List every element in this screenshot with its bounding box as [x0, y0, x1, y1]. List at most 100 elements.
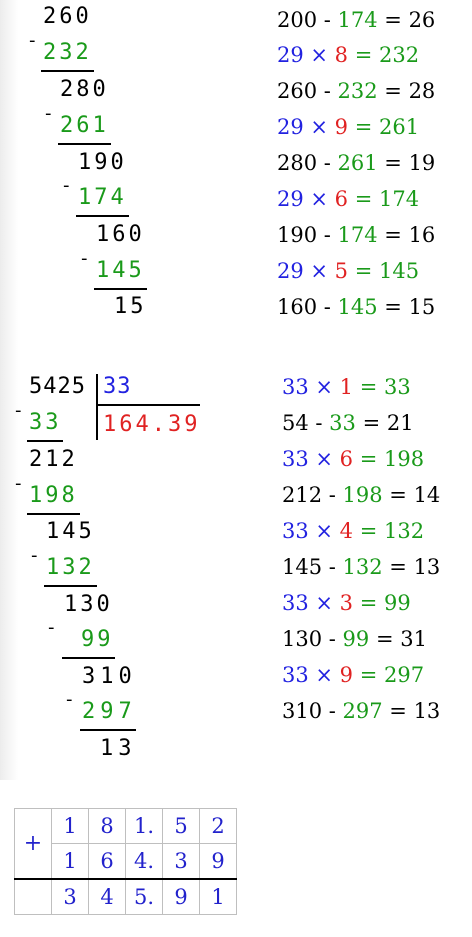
div1-subtrahend: 174: [78, 185, 127, 210]
div1-dividend: 260: [43, 4, 92, 29]
digit-cell: 3: [162, 843, 200, 880]
equation-line: 33 × 3 = 99: [282, 593, 411, 614]
equation-part: = 33: [353, 375, 411, 399]
equation-part: 145 -: [282, 555, 343, 579]
div2-quotient: 164.39: [103, 412, 201, 437]
equation-part: 29 ×: [277, 43, 335, 67]
equation-part: 9: [339, 663, 354, 687]
div1-subtrahend: 232: [43, 40, 92, 65]
equation-part: 8: [334, 43, 349, 67]
division-bar: [96, 374, 98, 440]
equation-part: 160 -: [277, 295, 338, 319]
equation-part: = 261: [348, 115, 420, 139]
equation-part: = 28: [377, 79, 436, 103]
digit-cell: 9: [162, 878, 200, 915]
equation-part: = 19: [377, 151, 436, 175]
equation-part: 99: [342, 627, 370, 651]
equation-part: = 174: [348, 187, 420, 211]
div1-difference: 160: [96, 222, 145, 247]
equation-line: 33 × 1 = 33: [282, 377, 411, 398]
equation-part: 130 -: [282, 627, 343, 651]
equation-line: 310 - 297 = 13: [282, 701, 440, 722]
minus-sign: -: [66, 689, 73, 710]
quotient-line: [96, 404, 200, 406]
page-shade: [0, 0, 18, 780]
equation-part: 145: [337, 295, 378, 319]
equation-line: 54 - 33 = 21: [282, 413, 414, 434]
equation-part: = 31: [369, 627, 427, 651]
div2-difference: 130: [64, 592, 113, 617]
equation-part: 5: [334, 259, 349, 283]
digit-cell: 5.: [125, 878, 163, 915]
equation-part: 260 -: [277, 79, 338, 103]
equation-part: 174: [337, 223, 378, 247]
subtraction-line: [27, 440, 63, 442]
plus-sign: +: [14, 808, 52, 880]
equation-line: 190 - 174 = 16: [277, 225, 435, 246]
equation-part: 9: [334, 115, 349, 139]
equation-part: = 145: [348, 259, 420, 283]
equation-line: 200 - 174 = 26: [277, 10, 435, 31]
div1-remainder: 15: [114, 294, 147, 319]
equation-line: 260 - 232 = 28: [277, 81, 435, 102]
equation-part: 280 -: [277, 151, 338, 175]
equation-part: 200 -: [277, 8, 338, 32]
equation-part: 33 ×: [282, 375, 340, 399]
equation-part: 1: [339, 375, 354, 399]
equation-part: = 21: [355, 411, 414, 435]
equation-part: = 232: [348, 43, 420, 67]
div2-subtrahend: 33: [29, 410, 62, 435]
subtraction-line: [76, 215, 129, 217]
equation-line: 29 × 5 = 145: [277, 261, 419, 282]
minus-sign: -: [15, 400, 22, 421]
equation-line: 33 × 4 = 132: [282, 521, 424, 542]
equation-part: = 14: [382, 483, 441, 507]
digit-cell: 6: [88, 843, 126, 880]
div2-subtrahend: 132: [46, 555, 95, 580]
equation-part: 54 -: [282, 411, 330, 435]
equation-part: 232: [337, 79, 378, 103]
equation-part: 6: [334, 187, 349, 211]
equation-part: 33 ×: [282, 591, 340, 615]
sum-row: 3 4 5. 9 1: [14, 878, 237, 915]
subtraction-line: [58, 143, 111, 145]
equation-part: = 99: [353, 591, 411, 615]
addition-table: + 1 8 1. 5 2 1 6 4. 3 9 3 4 5. 9 1: [14, 808, 237, 915]
equation-line: 160 - 145 = 15: [277, 297, 435, 318]
div2-remainder: 13: [100, 736, 137, 761]
equation-part: 212 -: [282, 483, 343, 507]
div2-divisor: 33: [103, 374, 132, 399]
equation-part: 6: [339, 447, 354, 471]
subtraction-line: [44, 585, 97, 587]
minus-sign: -: [63, 175, 70, 196]
equation-part: 297: [342, 699, 383, 723]
minus-sign: -: [48, 617, 55, 638]
equation-part: = 132: [353, 519, 425, 543]
equation-part: 33 ×: [282, 663, 340, 687]
digit-cell: 1: [199, 878, 237, 915]
equation-line: 212 - 198 = 14: [282, 485, 440, 506]
digit-cell: 1: [51, 843, 89, 880]
equation-part: 33: [329, 411, 356, 435]
digit-cell: 1.: [125, 808, 163, 844]
equation-part: 132: [342, 555, 383, 579]
div2-subtrahend: 297: [82, 699, 137, 724]
minus-sign: -: [31, 545, 38, 566]
div2-dividend: 5425: [29, 374, 86, 399]
equation-part: 310 -: [282, 699, 343, 723]
equation-part: 198: [342, 483, 383, 507]
equation-line: 33 × 9 = 297: [282, 665, 424, 686]
subtraction-line: [62, 657, 115, 659]
equation-part: 33 ×: [282, 519, 340, 543]
equation-part: = 198: [353, 447, 425, 471]
digit-cell: 4.: [125, 843, 163, 880]
equation-line: 29 × 9 = 261: [277, 117, 419, 138]
equation-line: 29 × 6 = 174: [277, 189, 419, 210]
equation-part: 29 ×: [277, 187, 335, 211]
equation-part: 261: [337, 151, 378, 175]
div2-subtrahend: 198: [29, 483, 78, 508]
equation-part: 190 -: [277, 223, 338, 247]
equation-part: 33 ×: [282, 447, 340, 471]
minus-sign: -: [29, 30, 36, 51]
digit-cell: 2: [199, 808, 237, 844]
